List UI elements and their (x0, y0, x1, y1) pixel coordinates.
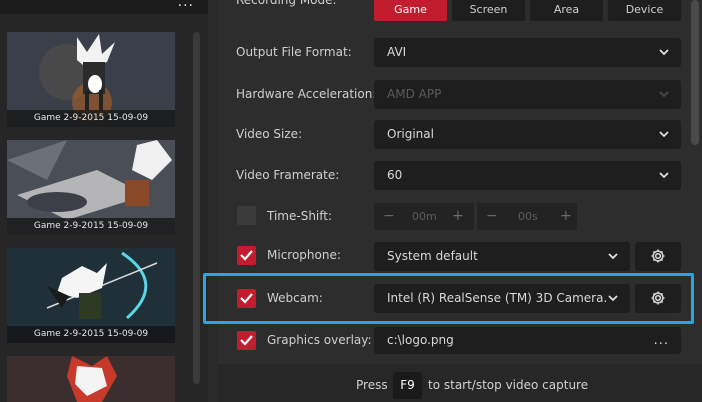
mode-game-button[interactable]: Game (374, 0, 447, 21)
timeshift-minutes-value: 00m (412, 210, 437, 223)
chevron-down-icon (659, 91, 669, 98)
framerate-label: Video Framerate: (236, 168, 340, 182)
capture-sidebar: ... Game 2-9-2015 15-09-09 Game 2-9-2015… (0, 0, 208, 402)
recording-mode-label: Recording Mode: (236, 0, 337, 7)
minus-icon: − (486, 208, 498, 224)
capture-thumbnail[interactable]: Game 2-9-2015 15-09-09 (7, 248, 175, 343)
video-size-dropdown[interactable]: Original (374, 120, 681, 149)
timeshift-seconds-value: 00s (518, 210, 538, 223)
video-size-label: Video Size: (236, 127, 303, 141)
sidebar-header: ... (0, 0, 208, 14)
hotkey-badge: F9 (393, 372, 422, 399)
microphone-label: Microphone: (267, 248, 341, 262)
hw-accel-dropdown: AMD APP (374, 80, 681, 109)
game-scene-icon (7, 356, 175, 402)
output-format-label: Output File Format: (236, 45, 352, 59)
framerate-dropdown[interactable]: 60 (374, 161, 681, 190)
browse-button[interactable]: ... (654, 327, 669, 354)
mode-device-button[interactable]: Device (608, 0, 681, 21)
minus-icon: − (383, 208, 395, 224)
overlay-label: Graphics overlay: (267, 333, 372, 347)
capture-caption: Game 2-9-2015 15-09-09 (7, 110, 175, 127)
overlay-file-value: c:\logo.png (387, 333, 454, 347)
overlay-checkbox[interactable] (237, 331, 256, 350)
plus-icon: + (452, 208, 464, 224)
capture-thumbnail[interactable]: Game 2-9-2015 15-09-09 (7, 140, 175, 235)
app-window: ... Game 2-9-2015 15-09-09 Game 2-9-2015… (0, 0, 702, 402)
sidebar-scrollbar[interactable] (193, 32, 200, 384)
gear-icon (651, 249, 665, 263)
output-format-value: AVI (387, 45, 407, 59)
mode-area-button[interactable]: Area (530, 0, 603, 21)
video-size-value: Original (387, 127, 434, 141)
checkmark-icon (240, 250, 253, 261)
chevron-down-icon (659, 49, 669, 56)
plus-icon: + (560, 208, 572, 224)
mode-screen-button[interactable]: Screen (452, 0, 525, 21)
chevron-down-icon (659, 131, 669, 138)
hw-accel-label: Hardware Acceleration: (236, 87, 377, 101)
microphone-checkbox[interactable] (237, 246, 256, 265)
timeshift-checkbox[interactable] (237, 206, 256, 225)
capture-thumbnail[interactable] (7, 356, 175, 402)
chevron-down-icon (659, 172, 669, 179)
webcam-row-highlight (203, 273, 694, 324)
capture-thumbnail[interactable]: Game 2-9-2015 15-09-09 (7, 32, 175, 127)
microphone-settings-button[interactable] (635, 242, 681, 271)
overlay-file-input[interactable]: c:\logo.png ... (374, 327, 681, 354)
microphone-dropdown[interactable]: System default (374, 242, 630, 271)
capture-caption: Game 2-9-2015 15-09-09 (7, 326, 175, 343)
checkmark-icon (240, 335, 253, 346)
timeshift-label: Time-Shift: (267, 209, 333, 223)
more-icon[interactable]: ... (178, 0, 194, 10)
settings-scrollbar[interactable] (691, 0, 699, 145)
footer-press-text: Press (356, 378, 388, 392)
output-format-dropdown[interactable]: AVI (374, 38, 681, 67)
chevron-down-icon (608, 253, 618, 260)
framerate-value: 60 (387, 168, 403, 182)
microphone-value: System default (387, 249, 478, 263)
footer-hint-text: to start/stop video capture (428, 378, 589, 392)
hw-accel-value: AMD APP (387, 87, 442, 101)
capture-caption: Game 2-9-2015 15-09-09 (7, 218, 175, 235)
